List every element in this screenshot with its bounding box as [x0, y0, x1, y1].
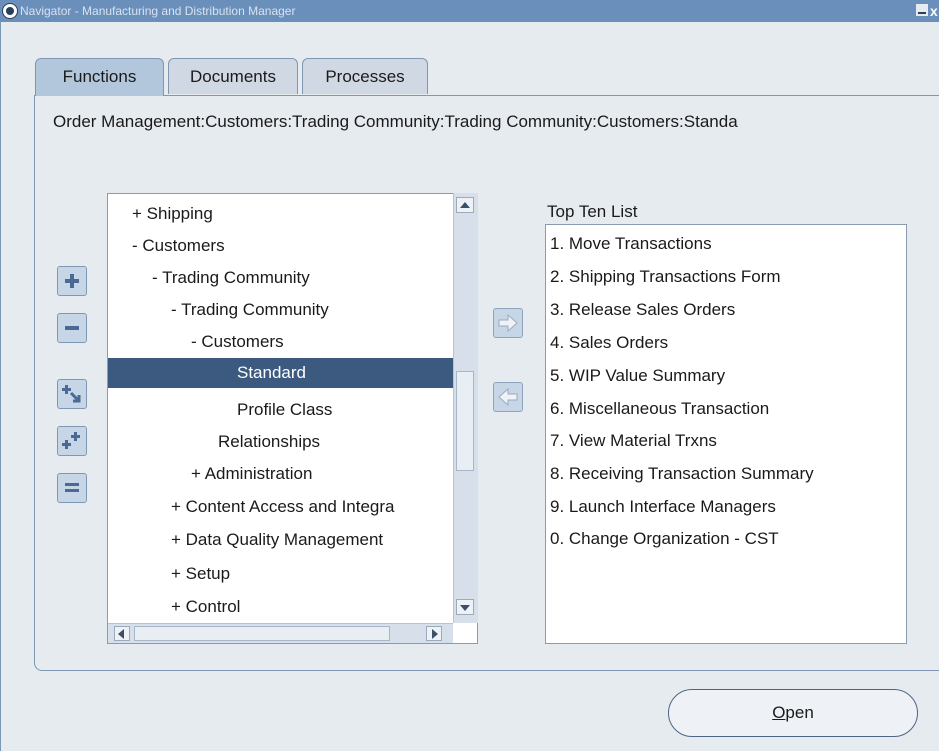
open-button[interactable]: Open: [668, 689, 918, 737]
arrow-right-icon: [498, 314, 518, 332]
title-bar[interactable]: Navigator - Manufacturing and Distributi…: [0, 0, 939, 22]
list-item[interactable]: 8. Receiving Transaction Summary: [550, 460, 814, 488]
tree-item[interactable]: + Control: [108, 592, 477, 622]
window-border: [0, 22, 1, 751]
collapse-all-button[interactable]: [57, 473, 87, 503]
open-mnemonic: O: [772, 703, 786, 722]
scroll-right-icon[interactable]: [426, 626, 442, 641]
scroll-up-icon[interactable]: [456, 197, 474, 213]
open-label: pen: [785, 703, 814, 722]
function-tree[interactable]: + Shipping - Customers - Trading Communi…: [107, 193, 478, 644]
minimize-icon[interactable]: [916, 4, 928, 16]
tree-item[interactable]: + Content Access and Integra: [108, 492, 477, 522]
breadcrumb: Order Management:Customers:Trading Commu…: [53, 112, 738, 131]
remove-from-top-ten-button[interactable]: [493, 382, 523, 412]
scroll-left-icon[interactable]: [114, 626, 130, 641]
collapse-all-icon: [65, 483, 79, 492]
tree-item[interactable]: + Data Quality Management: [108, 525, 477, 555]
list-item[interactable]: 1. Move Transactions: [550, 230, 712, 258]
tree-item[interactable]: - Trading Community: [108, 295, 477, 325]
expand-all-button[interactable]: [57, 426, 87, 456]
expand-all-icon: [62, 432, 80, 449]
tab-processes[interactable]: Processes: [302, 58, 428, 94]
scroll-thumb[interactable]: [456, 371, 474, 471]
tree-item[interactable]: Profile Class: [108, 395, 477, 425]
tree-item[interactable]: - Customers: [108, 231, 477, 261]
list-item[interactable]: 3. Release Sales Orders: [550, 296, 735, 324]
minus-icon: [65, 326, 79, 330]
collapse-button[interactable]: [57, 313, 87, 343]
scroll-down-icon[interactable]: [456, 599, 474, 615]
expand-branch-button[interactable]: [57, 379, 87, 409]
list-item[interactable]: 0. Change Organization - CST: [550, 525, 779, 553]
tab-functions[interactable]: Functions: [35, 58, 164, 96]
top-ten-list[interactable]: 1. Move Transactions 2. Shipping Transac…: [545, 224, 907, 644]
tree-item[interactable]: + Setup: [108, 559, 477, 589]
scroll-thumb[interactable]: [134, 626, 390, 641]
tree-item[interactable]: - Customers: [108, 327, 477, 357]
app-icon: [2, 3, 18, 19]
list-item[interactable]: 9. Launch Interface Managers: [550, 493, 776, 521]
add-to-top-ten-button[interactable]: [493, 308, 523, 338]
list-item[interactable]: 6. Miscellaneous Transaction: [550, 395, 769, 423]
top-ten-label: Top Ten List: [547, 202, 638, 221]
close-icon[interactable]: x: [930, 0, 939, 22]
tree-item[interactable]: + Administration: [108, 459, 477, 489]
tree-item[interactable]: + Shipping: [108, 199, 477, 229]
tree-item[interactable]: Relationships: [108, 427, 477, 457]
list-item[interactable]: 2. Shipping Transactions Form: [550, 263, 781, 291]
window-title: Navigator - Manufacturing and Distributi…: [20, 4, 296, 18]
tree-vertical-scrollbar[interactable]: [453, 193, 478, 623]
tab-documents[interactable]: Documents: [168, 58, 298, 94]
tree-item-selected[interactable]: Standard: [108, 358, 477, 388]
expand-button[interactable]: [57, 266, 87, 296]
tree-item[interactable]: - Trading Community: [108, 263, 477, 293]
expand-branch-icon: [62, 385, 81, 403]
arrow-left-icon: [498, 388, 518, 406]
list-item[interactable]: 5. WIP Value Summary: [550, 362, 725, 390]
plus-icon: [65, 274, 79, 288]
list-item[interactable]: 7. View Material Trxns: [550, 427, 717, 455]
tree-horizontal-scrollbar[interactable]: [108, 623, 453, 643]
list-item[interactable]: 4. Sales Orders: [550, 329, 668, 357]
